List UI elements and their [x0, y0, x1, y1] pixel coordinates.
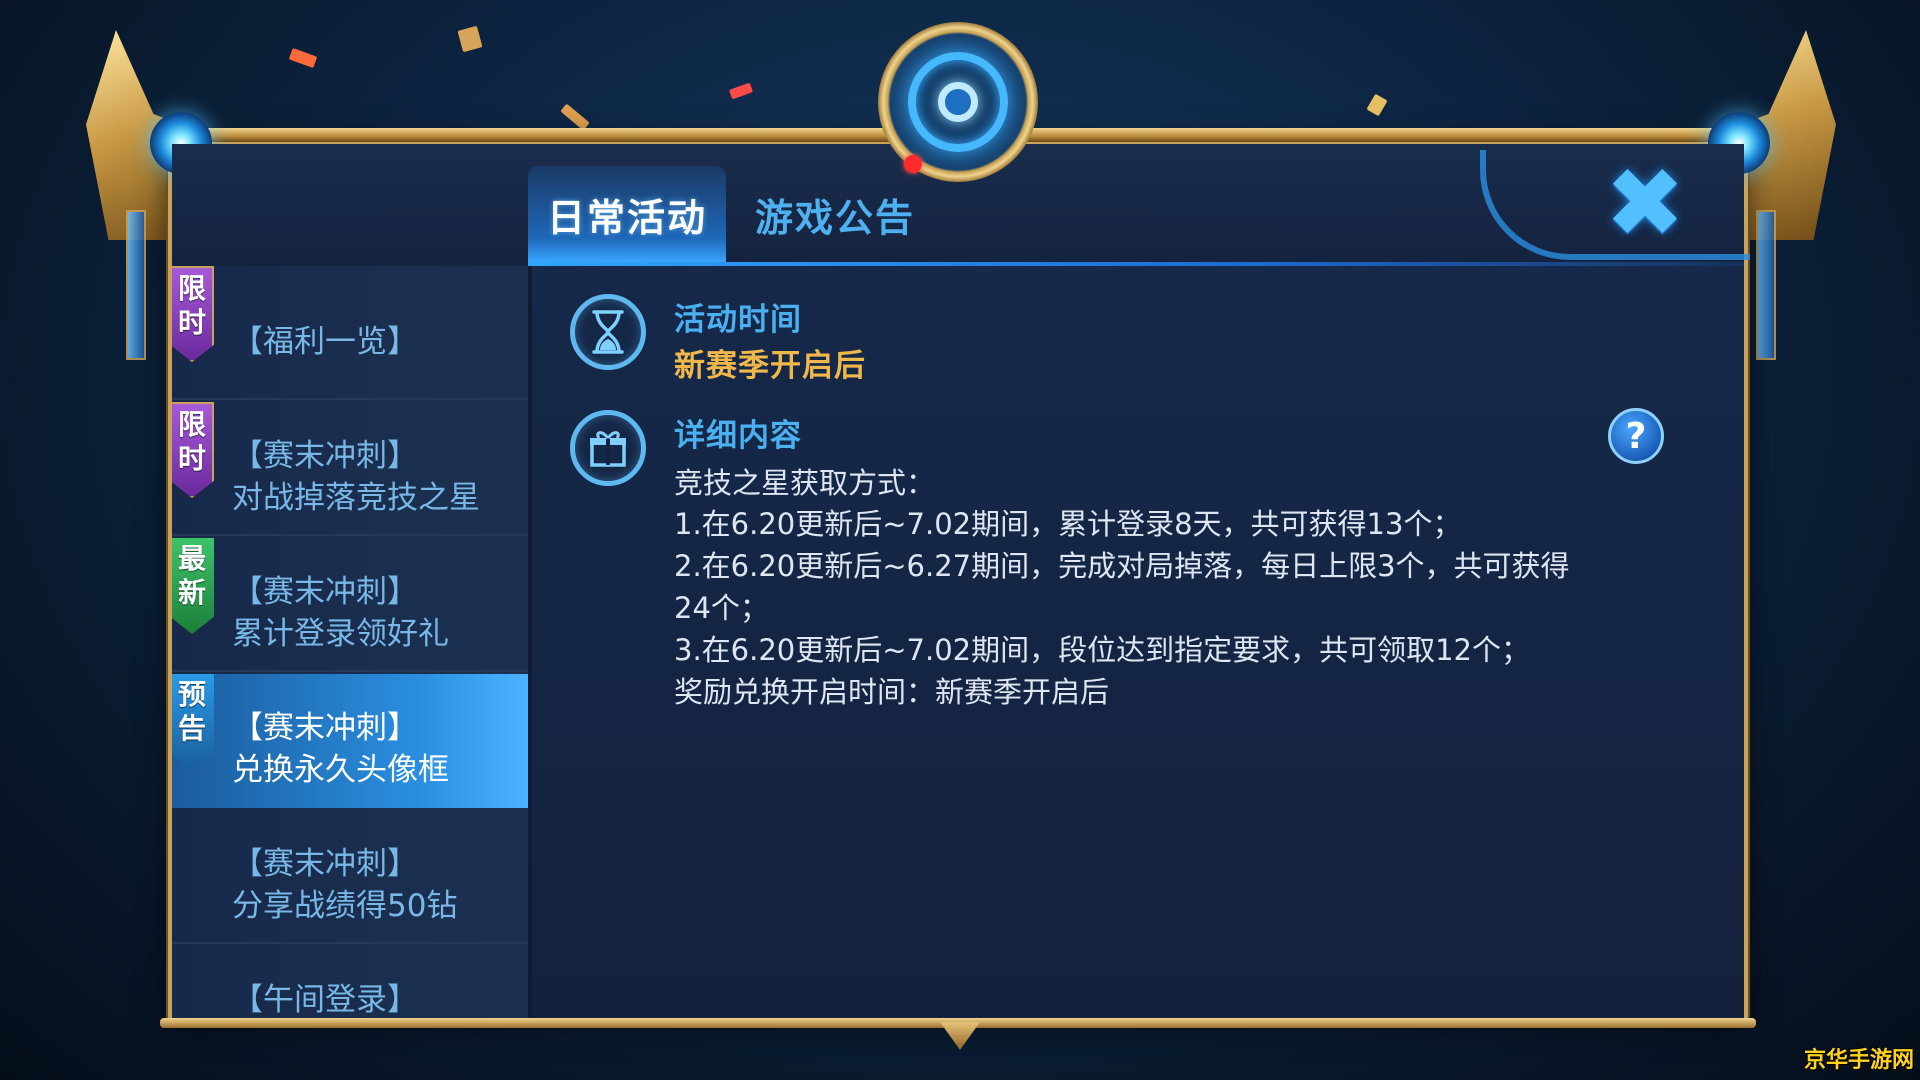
activity-sidebar: 限时 【福利一览】 限时 【赛末冲刺】 对战掉落竞技之星 最新 【赛末冲刺】 累… — [172, 266, 528, 1018]
help-button[interactable]: ? — [1608, 408, 1664, 464]
limited-time-badge: 限时 — [172, 402, 214, 498]
close-button[interactable]: ✖ — [1600, 147, 1690, 259]
sidebar-item-label: 【赛末冲刺】 — [232, 846, 418, 882]
detail-line: 1.在6.20更新后~7.02期间，累计登录8天，共可获得13个； — [674, 507, 1462, 541]
limited-time-badge: 限时 — [172, 266, 214, 362]
detail-line: 2.在6.20更新后~6.27期间，完成对局掉落，每日上限3个，共可获得 — [674, 549, 1570, 583]
sidebar-item-share-record[interactable]: 【赛末冲刺】 分享战绩得50钻 — [172, 810, 528, 944]
sidebar-item-label: 【赛末冲刺】 — [232, 574, 418, 610]
detail-line: 奖励兑换开启时间：新赛季开启后 — [674, 675, 1110, 709]
sidebar-item-login-rewards[interactable]: 最新 【赛末冲刺】 累计登录领好礼 — [172, 538, 528, 672]
confetti-decoration — [288, 47, 318, 69]
sidebar-item-sublabel: 分享战绩得50钻 — [232, 888, 458, 924]
sidebar-item-label: 【午间登录】 — [232, 982, 418, 1018]
tab-daily-activities[interactable]: 日常活动 — [528, 166, 726, 262]
hourglass-icon — [570, 294, 646, 370]
right-rail-ornament — [1756, 210, 1776, 360]
notification-dot — [904, 155, 922, 173]
watermark: 京华手游网 — [1803, 1048, 1914, 1073]
detail-line: 竞技之星获取方式： — [674, 466, 936, 500]
tab-game-announcements[interactable]: 游戏公告 — [740, 166, 930, 262]
gift-icon — [570, 410, 646, 486]
sidebar-item-label: 【赛末冲刺】 — [232, 438, 418, 474]
emblem-core-icon — [938, 82, 978, 122]
activity-time-title: 活动时间 — [674, 302, 802, 338]
confetti-decoration — [728, 82, 754, 100]
sidebar-item-welfare-overview[interactable]: 限时 【福利一览】 — [172, 266, 528, 400]
bottom-notch-ornament — [940, 1022, 980, 1050]
sidebar-item-noon-login[interactable]: 【午间登录】 — [172, 946, 528, 1018]
preview-badge: 预告 — [172, 674, 214, 770]
sidebar-item-label: 【福利一览】 — [232, 324, 418, 360]
detail-line: 3.在6.20更新后~7.02期间，段位达到指定要求，共可领取12个； — [674, 633, 1531, 667]
confetti-decoration — [1366, 93, 1388, 117]
left-rail-ornament — [126, 210, 146, 360]
sidebar-item-sublabel: 对战掉落竞技之星 — [232, 480, 480, 516]
sidebar-item-battle-drop-star[interactable]: 限时 【赛末冲刺】 对战掉落竞技之星 — [172, 402, 528, 536]
sidebar-item-sublabel: 累计登录领好礼 — [232, 616, 449, 652]
activity-time-value: 新赛季开启后 — [674, 348, 866, 384]
sidebar-item-sublabel: 兑换永久头像框 — [232, 752, 449, 788]
confetti-decoration — [560, 103, 590, 131]
close-icon: ✖ — [1604, 147, 1686, 259]
detail-content-title: 详细内容 — [674, 418, 802, 454]
question-mark-icon: ? — [1625, 415, 1647, 457]
detail-line: 24个； — [674, 591, 769, 625]
sidebar-item-exchange-avatar-frame[interactable]: 预告 【赛末冲刺】 兑换永久头像框 — [172, 674, 528, 808]
newest-badge: 最新 — [172, 538, 214, 634]
confetti-decoration — [457, 25, 483, 53]
sidebar-item-label: 【赛末冲刺】 — [232, 710, 418, 746]
